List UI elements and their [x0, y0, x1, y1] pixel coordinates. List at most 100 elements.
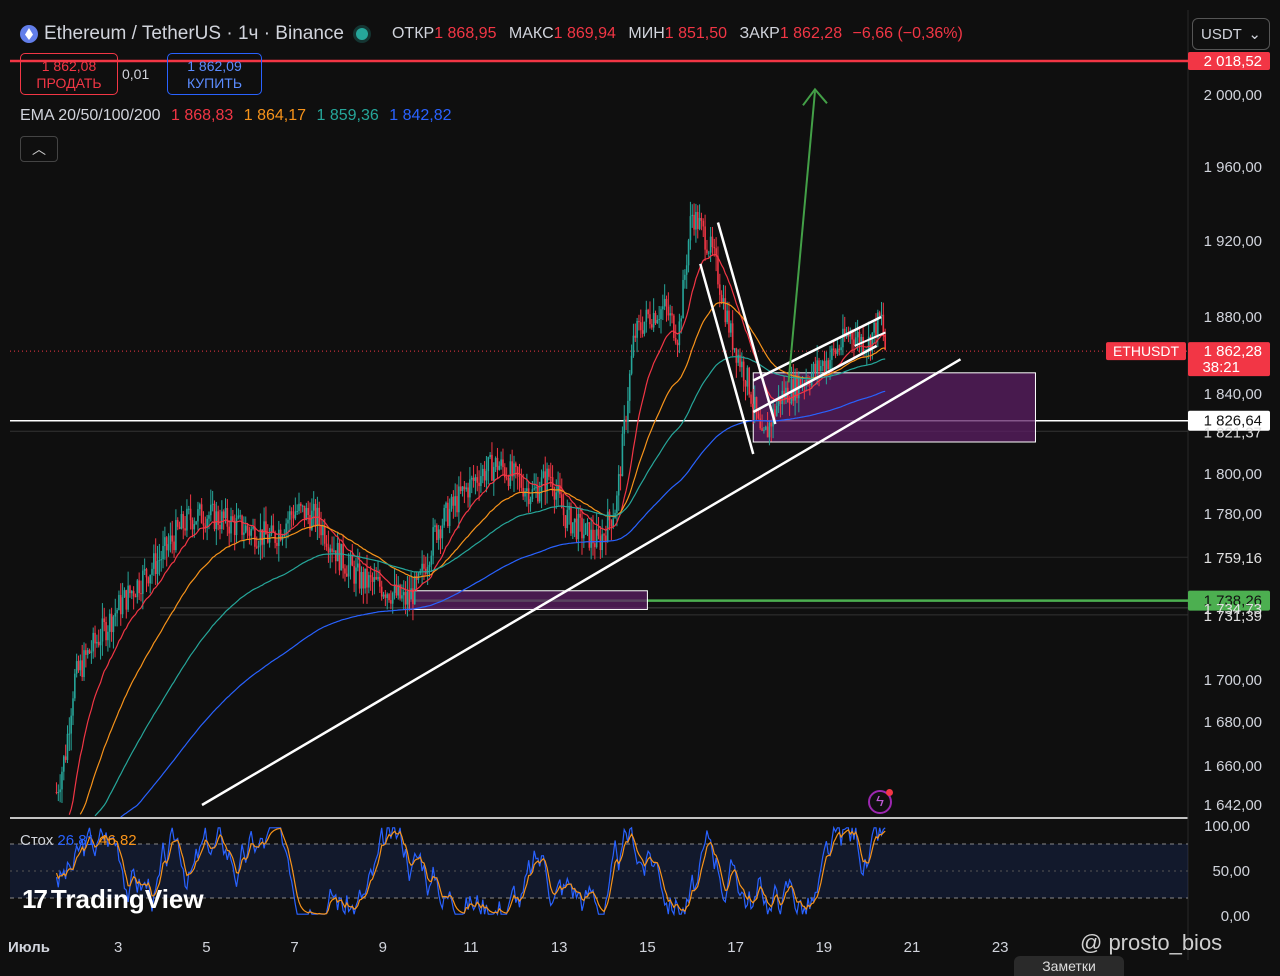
candle-body	[570, 506, 572, 534]
candle-body	[702, 220, 705, 227]
candle-body	[481, 468, 484, 477]
candle-body	[162, 546, 164, 560]
symbol-title[interactable]: Ethereum / TetherUS · 1ч · Binance	[44, 23, 344, 45]
candle-body	[731, 323, 734, 350]
candle-body	[476, 477, 479, 483]
tradingview-logo: 17 TradingView	[22, 884, 204, 914]
candle-body	[509, 461, 512, 487]
time-tick-label: 21	[904, 939, 921, 956]
candle-body	[555, 492, 558, 500]
change-value: −6,66 (−0,36%)	[852, 25, 963, 42]
candle-body	[717, 256, 719, 285]
price-chart[interactable]: 2 000,00 1 960,00 1 920,00 1 880,00 1 840,00…	[0, 0, 1280, 970]
candle-body	[601, 534, 603, 551]
candle-body	[564, 515, 567, 529]
candle-body	[832, 348, 835, 351]
candle-body	[647, 309, 649, 315]
candle-body	[121, 597, 124, 615]
candle-body	[549, 476, 552, 478]
candle-body	[820, 366, 822, 372]
collapse-legend-button[interactable]: ︿	[20, 136, 58, 162]
candle-body	[821, 361, 824, 367]
tradingview-icon: 17	[22, 884, 48, 914]
candle-body	[57, 792, 60, 794]
candle-body	[369, 575, 372, 578]
candle-body	[483, 468, 486, 481]
candle-body	[406, 591, 409, 605]
candle-body	[753, 397, 756, 409]
candle-body	[228, 526, 230, 534]
countdown-label: 38:21	[1202, 359, 1240, 376]
candle-body	[329, 548, 332, 553]
candle-body	[728, 310, 730, 333]
stoch-legend[interactable]: Стох 26,81 46,82	[20, 832, 137, 849]
buy-button[interactable]: 1 862,09 КУПИТЬ	[167, 53, 262, 95]
price-label: 2 018,52	[1204, 53, 1262, 70]
candle-body	[130, 591, 133, 594]
candle-body	[96, 641, 98, 644]
candle-body	[840, 347, 842, 351]
candle-body	[81, 660, 83, 677]
candle-body	[85, 650, 87, 655]
candle-body	[456, 496, 458, 513]
candle-body	[410, 588, 412, 600]
candle-body	[219, 524, 221, 530]
candle-body	[294, 511, 297, 519]
candle-body	[241, 515, 243, 535]
candle-body	[127, 585, 129, 610]
candle-body	[193, 524, 196, 530]
candle-body	[518, 475, 521, 477]
candle-body	[368, 575, 370, 588]
candle-body	[643, 321, 646, 334]
candle-body	[338, 542, 341, 571]
candle-body	[257, 545, 260, 548]
candle-body	[742, 361, 745, 381]
candle-body	[230, 516, 232, 534]
candle-body	[77, 661, 80, 671]
candle-body	[187, 508, 190, 510]
candle-body	[450, 496, 453, 509]
sell-button[interactable]: 1 862,08 ПРОДАТЬ	[20, 53, 118, 95]
candle-body	[707, 252, 710, 254]
candle-body	[638, 320, 640, 323]
candle-body	[491, 454, 493, 481]
time-tick-label: 11	[463, 939, 479, 956]
candle-body	[160, 559, 162, 561]
ema-legend[interactable]: EMA 20/50/100/200 1 868,83 1 864,17 1 85…	[20, 107, 458, 125]
candle-body	[200, 504, 203, 524]
candle-body	[138, 580, 140, 594]
candle-body	[766, 426, 769, 438]
candle-body	[156, 560, 159, 575]
candle-body	[55, 792, 58, 793]
candle-body	[665, 298, 668, 307]
candle-body	[478, 482, 480, 487]
time-tick-label: 19	[815, 939, 832, 956]
candle-body	[548, 468, 550, 477]
candle-body	[718, 284, 721, 295]
candle-body	[217, 511, 219, 525]
candle-body	[814, 363, 817, 373]
candle-body	[770, 422, 773, 427]
time-tick-label: 7	[290, 939, 298, 956]
candle-body	[492, 466, 495, 481]
candle-body	[623, 419, 626, 434]
currency-select[interactable]: USDT ⌄	[1192, 18, 1270, 50]
candle-body	[531, 489, 534, 500]
notes-tab[interactable]: Заметки	[1014, 956, 1124, 976]
candle-body	[173, 541, 175, 551]
candle-body	[386, 594, 389, 598]
candle-body	[698, 217, 701, 229]
candle-body	[445, 502, 447, 509]
lightning-alert-icon[interactable]: ϟ	[868, 789, 893, 814]
candle-body	[700, 217, 703, 221]
candle-body	[239, 515, 242, 517]
candle-body	[441, 525, 444, 539]
candle-body	[390, 600, 392, 604]
candle-body	[693, 214, 695, 230]
candle-body	[854, 337, 857, 346]
time-tick-label: 9	[379, 939, 387, 956]
candle-body	[287, 519, 289, 524]
candle-body	[426, 566, 429, 574]
candle-body	[641, 330, 644, 334]
candle-body	[711, 236, 714, 248]
